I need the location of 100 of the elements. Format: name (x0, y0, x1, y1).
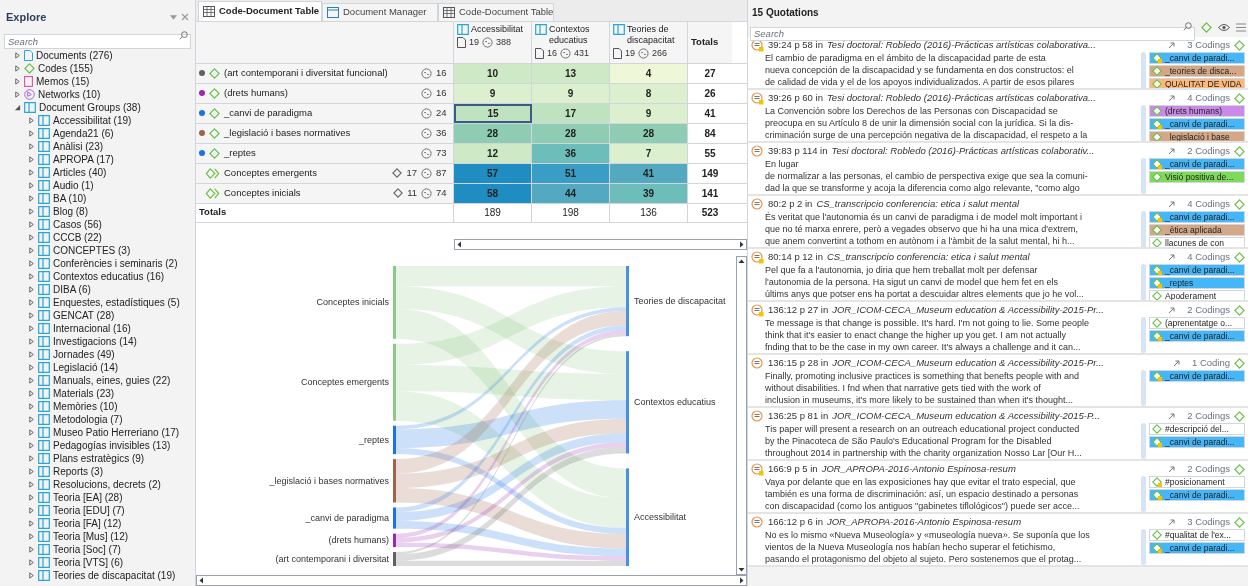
expand-caret-icon[interactable] (28, 390, 35, 397)
expand-caret-icon[interactable] (28, 546, 35, 553)
code-tag[interactable]: _reptes (1149, 277, 1245, 289)
expand-caret-icon[interactable] (28, 468, 35, 475)
expand-caret-icon[interactable] (28, 169, 35, 176)
quotation-card[interactable] (748, 355, 1248, 408)
code-tag[interactable]: _canvi de paradi... (1149, 370, 1245, 382)
tree-item[interactable]: Networks (10) (38, 88, 101, 101)
quotation-card[interactable] (748, 408, 1248, 461)
expand-caret-icon[interactable] (28, 312, 35, 319)
expand-caret-icon[interactable] (28, 403, 35, 410)
expand-caret-icon[interactable] (14, 78, 21, 85)
open-arrow-icon[interactable] (1168, 465, 1176, 473)
open-arrow-icon[interactable] (1168, 94, 1176, 102)
horizontal-scrollbar[interactable] (196, 575, 747, 586)
search-field[interactable]: Search (4, 34, 191, 49)
close-icon[interactable] (181, 13, 189, 21)
expand-caret-icon[interactable] (28, 221, 35, 228)
tree-item[interactable]: Teoria [EA] (28) (53, 491, 123, 504)
expand-caret-icon[interactable] (28, 507, 35, 514)
expand-caret-icon[interactable] (28, 455, 35, 462)
quotation-card[interactable] (748, 90, 1248, 143)
code-tag[interactable]: _canvi de paradi... (1149, 542, 1245, 554)
expand-caret-icon[interactable] (14, 104, 21, 111)
expand-caret-icon[interactable] (28, 338, 35, 345)
vertical-scrollbar[interactable] (736, 255, 747, 575)
tree-item[interactable]: Investigacions (14) (53, 335, 137, 348)
scroll-right-icon[interactable] (737, 239, 746, 249)
tree-item[interactable]: BA (10) (53, 192, 87, 205)
expand-caret-icon[interactable] (28, 182, 35, 189)
tree-item[interactable]: Internacional (16) (53, 322, 131, 335)
open-arrow-icon[interactable] (1168, 41, 1176, 49)
quotation-card[interactable] (748, 37, 1248, 90)
expand-caret-icon[interactable] (28, 273, 35, 280)
tab[interactable]: Code-Document Table (198, 1, 322, 21)
tree-item[interactable]: Agenda21 (6) (53, 127, 114, 140)
scroll-left-icon[interactable] (455, 239, 464, 249)
search-field[interactable]: Search (750, 27, 1195, 42)
expand-caret-icon[interactable] (28, 494, 35, 501)
open-arrow-icon[interactable] (1168, 200, 1176, 208)
tree-item[interactable]: Reports (3) (53, 465, 103, 478)
quotation-card[interactable] (748, 196, 1248, 249)
code-tag[interactable]: _canvi de paradi... (1149, 264, 1245, 276)
eye-icon[interactable] (1218, 22, 1230, 32)
expand-caret-icon[interactable] (28, 208, 35, 215)
expand-caret-icon[interactable] (28, 520, 35, 527)
expand-caret-icon[interactable] (28, 325, 35, 332)
code-tag[interactable]: #posicionament (1149, 476, 1245, 488)
open-arrow-icon[interactable] (1168, 518, 1176, 526)
tree-item[interactable]: Resolucions, decrets (2) (53, 478, 161, 491)
tree-item[interactable]: Enquestes, estadístiques (5) (53, 296, 180, 309)
tree-item[interactable]: APROPA (17) (53, 153, 114, 166)
expand-caret-icon[interactable] (28, 364, 35, 371)
quotation-card[interactable] (748, 143, 1248, 196)
tree-item[interactable]: Legislació (14) (53, 361, 119, 374)
expand-caret-icon[interactable] (28, 156, 35, 163)
tree-item[interactable]: Contextos educatius (16) (53, 270, 165, 283)
code-tag[interactable]: (aprenentatge o... (1149, 317, 1245, 329)
code-tag[interactable]: (drets humans) (1149, 105, 1245, 117)
expand-caret-icon[interactable] (28, 481, 35, 488)
code-tag[interactable]: _canvi de paradi... (1149, 118, 1245, 130)
open-arrow-icon[interactable] (1172, 359, 1180, 367)
tree-item[interactable]: Articles (40) (53, 166, 107, 179)
open-arrow-icon[interactable] (1168, 147, 1176, 155)
expand-caret-icon[interactable] (28, 416, 35, 423)
open-arrow-icon[interactable] (1168, 306, 1176, 314)
quotation-card[interactable] (748, 302, 1248, 355)
code-tag[interactable]: #qualitat de l'ex... (1149, 529, 1245, 541)
tree-item[interactable]: Teoria [Mus] (12) (53, 530, 129, 543)
tree-item[interactable]: Teoria [VTS] (6) (53, 556, 124, 569)
tree-item[interactable]: Materials (23) (53, 387, 115, 400)
tree-item[interactable]: Metodologia (7) (53, 413, 123, 426)
code-tag[interactable]: Visió positiva de... (1149, 171, 1245, 183)
tree-item[interactable]: Memos (15) (36, 75, 90, 88)
tree-item[interactable]: Accessibilitat (19) (53, 114, 132, 127)
expand-caret-icon[interactable] (14, 52, 21, 59)
scroll-left-icon[interactable] (197, 576, 206, 585)
column-header[interactable]: Accessibilitat 19 388 (454, 22, 532, 63)
expand-caret-icon[interactable] (14, 65, 21, 72)
column-header[interactable]: Contextos educatius 16 431 (532, 22, 610, 63)
quotation-card[interactable] (748, 514, 1248, 567)
horizontal-scrollbar[interactable] (454, 238, 747, 250)
document-name[interactable]: JOR_ICOM-CECA_Museum education & Accessibility-2015-Pr... (832, 302, 1104, 318)
code-tag[interactable]: _canvi de paradi... (1149, 52, 1245, 64)
tab[interactable]: Document Manager (322, 3, 438, 21)
tree-item[interactable]: Codes (155) (38, 62, 94, 75)
tree-item[interactable]: Teories de discapacitat (19) (53, 569, 176, 582)
expand-caret-icon[interactable] (28, 195, 35, 202)
code-tag[interactable]: _canvi de paradi... (1149, 489, 1245, 501)
tree-item[interactable]: DIBA (6) (53, 283, 91, 296)
code-tag[interactable]: _teories de disca... (1149, 65, 1245, 77)
code-tag[interactable]: _canvi de paradi... (1149, 158, 1245, 170)
expand-caret-icon[interactable] (28, 260, 35, 267)
tab[interactable]: Code-Document Table (438, 3, 554, 21)
tree-item[interactable]: Memòries (10) (53, 400, 118, 413)
tree-item[interactable]: CONCEPTES (3) (53, 244, 131, 257)
tree-item[interactable]: Conferències i seminaris (2) (53, 257, 178, 270)
expand-caret-icon[interactable] (28, 117, 35, 124)
tree-item[interactable]: Anàlisi (23) (53, 140, 104, 153)
dropdown-icon[interactable] (170, 14, 177, 20)
